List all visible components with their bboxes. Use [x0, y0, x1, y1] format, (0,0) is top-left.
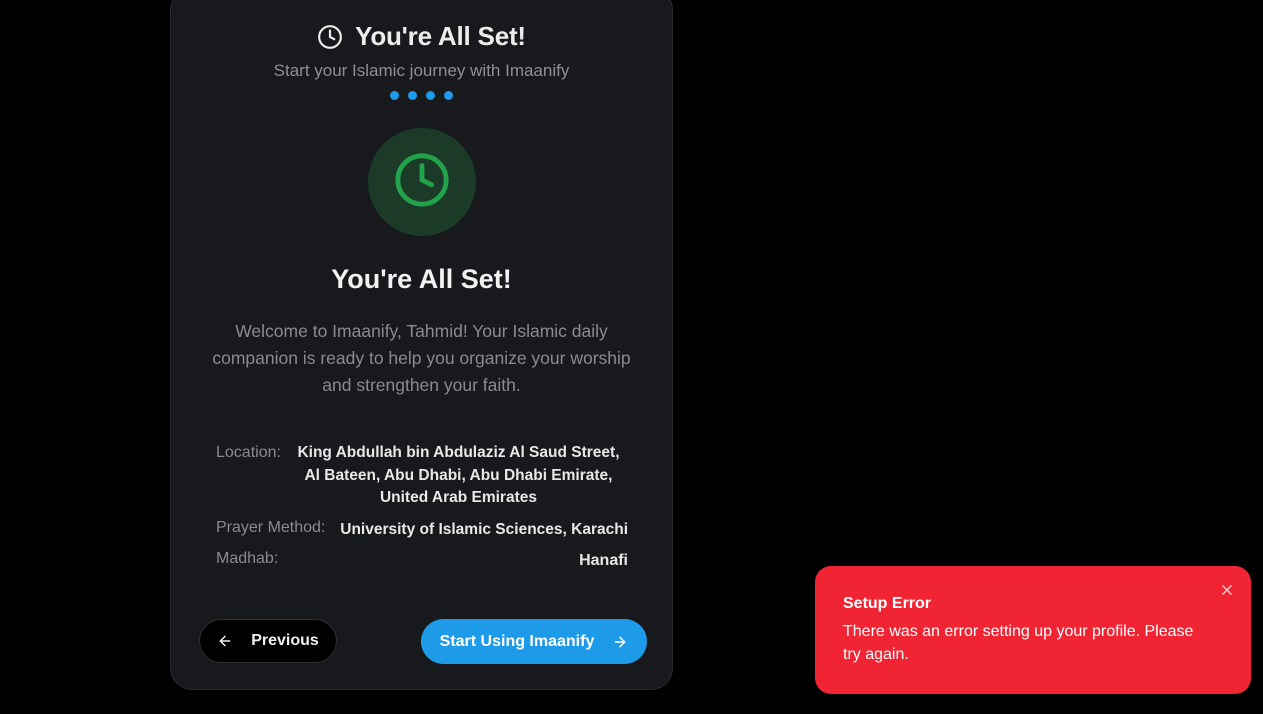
toast-message: There was an error setting up your profi…	[843, 623, 1194, 663]
progress-dot-1	[390, 91, 399, 100]
location-row: Location: King Abdullah bin Abdulaziz Al…	[216, 442, 628, 510]
clock-icon	[317, 24, 343, 50]
profile-summary: Location: King Abdullah bin Abdulaziz Al…	[216, 442, 628, 573]
prayer-method-row: Prayer Method: University of Islamic Sci…	[216, 519, 628, 542]
welcome-message: Welcome to Imaanify, Tahmid! Your Islami…	[212, 321, 631, 395]
arrow-left-icon	[217, 633, 233, 649]
page-title: You're All Set!	[331, 264, 512, 294]
madhab-label: Madhab:	[216, 550, 279, 567]
progress-dot-4	[444, 91, 453, 100]
progress-dot-2	[408, 91, 417, 100]
previous-button[interactable]: Previous	[199, 619, 337, 663]
onboarding-card: You're All Set! Start your Islamic journ…	[170, 0, 673, 690]
close-icon[interactable]	[1220, 583, 1234, 597]
location-label: Location:	[216, 444, 281, 461]
error-toast: Setup Error There was an error setting u…	[815, 566, 1251, 694]
toast-title: Setup Error	[843, 595, 932, 612]
clock-icon	[393, 151, 451, 214]
success-badge	[368, 128, 476, 236]
previous-button-label: Previous	[251, 632, 319, 649]
madhab-row: Madhab: Hanafi	[216, 550, 628, 573]
start-button-label: Start Using Imaanify	[439, 632, 595, 650]
prayer-method-value: University of Islamic Sciences, Karachi	[340, 520, 628, 538]
progress-dots	[171, 91, 672, 100]
start-using-button[interactable]: Start Using Imaanify	[421, 619, 647, 664]
location-value: King Abdullah bin Abdulaziz Al Saud Stre…	[297, 444, 620, 506]
prayer-method-label: Prayer Method:	[216, 518, 326, 536]
header-title: You're All Set!	[355, 21, 526, 51]
arrow-right-icon	[612, 634, 628, 650]
progress-dot-3	[426, 91, 435, 100]
madhab-value: Hanafi	[579, 552, 628, 569]
header-subtitle: Start your Islamic journey with Imaanify	[273, 61, 570, 80]
card-header: You're All Set!	[171, 21, 672, 52]
